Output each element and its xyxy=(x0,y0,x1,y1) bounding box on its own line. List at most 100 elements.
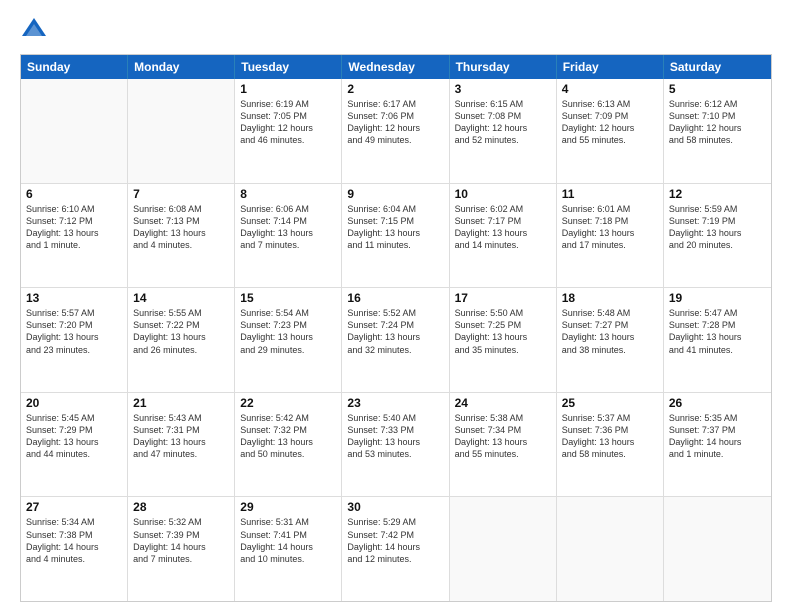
calendar-cell: 2 Sunrise: 6:17 AM Sunset: 7:06 PM Daylig… xyxy=(342,79,449,183)
calendar-row: 1 Sunrise: 6:19 AM Sunset: 7:05 PM Daylig… xyxy=(21,79,771,184)
calendar-cell: 3Sunrise: 6:15 AM Sunset: 7:08 PM Daylig… xyxy=(450,79,557,183)
calendar-row: 27 Sunrise: 5:34 AM Sunset: 7:38 PM Dayli… xyxy=(21,497,771,601)
day-number: 29 xyxy=(240,500,336,514)
calendar-cell: 19 Sunrise: 5:47 AM Sunset: 7:28 PM Dayli… xyxy=(664,288,771,392)
calendar-cell: 23 Sunrise: 5:40 AM Sunset: 7:33 PM Dayli… xyxy=(342,393,449,497)
cell-details: Sunrise: 5:40 AM Sunset: 7:33 PM Dayligh… xyxy=(347,412,443,461)
day-number: 18 xyxy=(562,291,658,305)
calendar-row: 6 Sunrise: 6:10 AM Sunset: 7:12 PM Daylig… xyxy=(21,184,771,289)
calendar-cell: 4 Sunrise: 6:13 AM Sunset: 7:09 PM Daylig… xyxy=(557,79,664,183)
day-number: 7 xyxy=(133,187,229,201)
calendar-header-cell: Saturday xyxy=(664,55,771,79)
day-number: 21 xyxy=(133,396,229,410)
cell-details: Sunrise: 5:57 AM Sunset: 7:20 PM Dayligh… xyxy=(26,307,122,356)
day-number: 11 xyxy=(562,187,658,201)
cell-details: Sunrise: 5:59 AM Sunset: 7:19 PM Dayligh… xyxy=(669,203,766,252)
day-number: 17 xyxy=(455,291,551,305)
calendar-cell xyxy=(128,79,235,183)
cell-details: Sunrise: 5:32 AM Sunset: 7:39 PM Dayligh… xyxy=(133,516,229,565)
day-number: 14 xyxy=(133,291,229,305)
calendar-cell: 8 Sunrise: 6:06 AM Sunset: 7:14 PM Daylig… xyxy=(235,184,342,288)
calendar-cell: 25 Sunrise: 5:37 AM Sunset: 7:36 PM Dayli… xyxy=(557,393,664,497)
calendar-cell: 24Sunrise: 5:38 AM Sunset: 7:34 PM Dayli… xyxy=(450,393,557,497)
day-number: 19 xyxy=(669,291,766,305)
cell-details: Sunrise: 5:34 AM Sunset: 7:38 PM Dayligh… xyxy=(26,516,122,565)
calendar-cell: 20Sunrise: 5:45 AM Sunset: 7:29 PM Dayli… xyxy=(21,393,128,497)
day-number: 24 xyxy=(455,396,551,410)
day-number: 2 xyxy=(347,82,443,96)
cell-details: Sunrise: 6:10 AM Sunset: 7:12 PM Dayligh… xyxy=(26,203,122,252)
cell-details: Sunrise: 6:19 AM Sunset: 7:05 PM Dayligh… xyxy=(240,98,336,147)
day-number: 23 xyxy=(347,396,443,410)
calendar-cell: 11 Sunrise: 6:01 AM Sunset: 7:18 PM Dayli… xyxy=(557,184,664,288)
calendar-header-cell: Thursday xyxy=(450,55,557,79)
day-number: 1 xyxy=(240,82,336,96)
cell-details: Sunrise: 6:02 AM Sunset: 7:17 PM Dayligh… xyxy=(455,203,551,252)
cell-details: Sunrise: 5:50 AM Sunset: 7:25 PM Dayligh… xyxy=(455,307,551,356)
cell-details: Sunrise: 6:15 AM Sunset: 7:08 PM Dayligh… xyxy=(455,98,551,147)
calendar-header-cell: Sunday xyxy=(21,55,128,79)
calendar-header-cell: Tuesday xyxy=(235,55,342,79)
day-number: 5 xyxy=(669,82,766,96)
calendar-cell: 22 Sunrise: 5:42 AM Sunset: 7:32 PM Dayli… xyxy=(235,393,342,497)
cell-details: Sunrise: 6:17 AM Sunset: 7:06 PM Dayligh… xyxy=(347,98,443,147)
calendar-header-cell: Friday xyxy=(557,55,664,79)
calendar-header-cell: Monday xyxy=(128,55,235,79)
calendar-cell: 1 Sunrise: 6:19 AM Sunset: 7:05 PM Daylig… xyxy=(235,79,342,183)
day-number: 8 xyxy=(240,187,336,201)
cell-details: Sunrise: 6:06 AM Sunset: 7:14 PM Dayligh… xyxy=(240,203,336,252)
cell-details: Sunrise: 5:55 AM Sunset: 7:22 PM Dayligh… xyxy=(133,307,229,356)
cell-details: Sunrise: 5:31 AM Sunset: 7:41 PM Dayligh… xyxy=(240,516,336,565)
logo-icon xyxy=(20,16,48,44)
day-number: 25 xyxy=(562,396,658,410)
calendar-cell: 27 Sunrise: 5:34 AM Sunset: 7:38 PM Dayli… xyxy=(21,497,128,601)
cell-details: Sunrise: 6:01 AM Sunset: 7:18 PM Dayligh… xyxy=(562,203,658,252)
day-number: 13 xyxy=(26,291,122,305)
calendar-row: 13 Sunrise: 5:57 AM Sunset: 7:20 PM Dayli… xyxy=(21,288,771,393)
calendar-cell: 28 Sunrise: 5:32 AM Sunset: 7:39 PM Dayli… xyxy=(128,497,235,601)
calendar-cell xyxy=(664,497,771,601)
cell-details: Sunrise: 5:47 AM Sunset: 7:28 PM Dayligh… xyxy=(669,307,766,356)
calendar-header-cell: Wednesday xyxy=(342,55,449,79)
day-number: 4 xyxy=(562,82,658,96)
calendar-cell: 30 Sunrise: 5:29 AM Sunset: 7:42 PM Dayli… xyxy=(342,497,449,601)
day-number: 26 xyxy=(669,396,766,410)
cell-details: Sunrise: 5:43 AM Sunset: 7:31 PM Dayligh… xyxy=(133,412,229,461)
day-number: 20 xyxy=(26,396,122,410)
page: SundayMondayTuesdayWednesdayThursdayFrid… xyxy=(0,0,792,612)
header xyxy=(20,16,772,44)
day-number: 12 xyxy=(669,187,766,201)
day-number: 27 xyxy=(26,500,122,514)
calendar-cell: 15Sunrise: 5:54 AM Sunset: 7:23 PM Dayli… xyxy=(235,288,342,392)
cell-details: Sunrise: 6:04 AM Sunset: 7:15 PM Dayligh… xyxy=(347,203,443,252)
day-number: 9 xyxy=(347,187,443,201)
calendar-body: 1 Sunrise: 6:19 AM Sunset: 7:05 PM Daylig… xyxy=(21,79,771,601)
day-number: 16 xyxy=(347,291,443,305)
calendar-cell: 29 Sunrise: 5:31 AM Sunset: 7:41 PM Dayli… xyxy=(235,497,342,601)
day-number: 22 xyxy=(240,396,336,410)
cell-details: Sunrise: 5:42 AM Sunset: 7:32 PM Dayligh… xyxy=(240,412,336,461)
calendar-cell: 10 Sunrise: 6:02 AM Sunset: 7:17 PM Dayli… xyxy=(450,184,557,288)
day-number: 30 xyxy=(347,500,443,514)
calendar-cell: 12 Sunrise: 5:59 AM Sunset: 7:19 PM Dayli… xyxy=(664,184,771,288)
calendar-cell: 18Sunrise: 5:48 AM Sunset: 7:27 PM Dayli… xyxy=(557,288,664,392)
day-number: 10 xyxy=(455,187,551,201)
cell-details: Sunrise: 5:37 AM Sunset: 7:36 PM Dayligh… xyxy=(562,412,658,461)
day-number: 6 xyxy=(26,187,122,201)
calendar-cell: 6 Sunrise: 6:10 AM Sunset: 7:12 PM Daylig… xyxy=(21,184,128,288)
calendar-cell: 5 Sunrise: 6:12 AM Sunset: 7:10 PM Daylig… xyxy=(664,79,771,183)
day-number: 28 xyxy=(133,500,229,514)
calendar-cell xyxy=(450,497,557,601)
calendar-cell: 7Sunrise: 6:08 AM Sunset: 7:13 PM Daylig… xyxy=(128,184,235,288)
calendar-cell xyxy=(21,79,128,183)
calendar-row: 20Sunrise: 5:45 AM Sunset: 7:29 PM Dayli… xyxy=(21,393,771,498)
calendar-cell: 16Sunrise: 5:52 AM Sunset: 7:24 PM Dayli… xyxy=(342,288,449,392)
calendar-cell: 21 Sunrise: 5:43 AM Sunset: 7:31 PM Dayli… xyxy=(128,393,235,497)
calendar-cell: 13 Sunrise: 5:57 AM Sunset: 7:20 PM Dayli… xyxy=(21,288,128,392)
calendar-header: SundayMondayTuesdayWednesdayThursdayFrid… xyxy=(21,55,771,79)
cell-details: Sunrise: 6:12 AM Sunset: 7:10 PM Dayligh… xyxy=(669,98,766,147)
cell-details: Sunrise: 5:29 AM Sunset: 7:42 PM Dayligh… xyxy=(347,516,443,565)
cell-details: Sunrise: 6:13 AM Sunset: 7:09 PM Dayligh… xyxy=(562,98,658,147)
calendar-cell: 14 Sunrise: 5:55 AM Sunset: 7:22 PM Dayli… xyxy=(128,288,235,392)
logo xyxy=(20,16,52,44)
